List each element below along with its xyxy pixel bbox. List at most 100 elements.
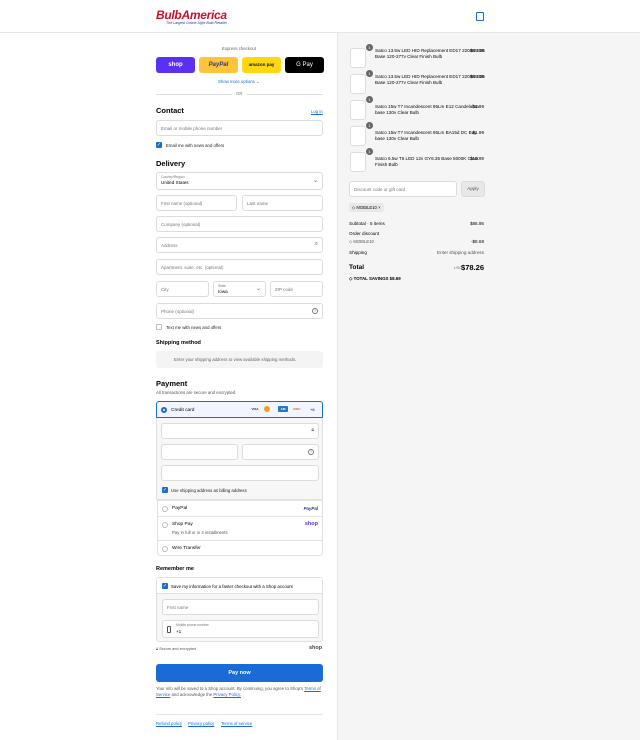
discount-field[interactable]: Discount code or gift card xyxy=(349,181,457,197)
paypal-option[interactable]: PayPal PayPal xyxy=(157,500,323,516)
amazon-pay-button[interactable]: amazon pay xyxy=(242,57,281,73)
shop-pay-option[interactable]: Shop Pay Pay in full or in 4 installment… xyxy=(157,516,323,540)
delivery-heading: Delivery xyxy=(156,159,186,168)
credit-card-label: Credit card xyxy=(171,408,195,413)
security-code-field[interactable]: ? xyxy=(242,444,319,460)
close-icon[interactable]: × xyxy=(378,205,380,210)
lock-icon: 🔒︎ xyxy=(311,427,314,433)
shop-pay-radio[interactable] xyxy=(162,522,168,528)
quantity-badge: 1 xyxy=(366,44,373,51)
apartment-field[interactable]: Apartment, suite, etc. (optional) xyxy=(156,259,323,275)
wire-transfer-label: Wire Transfer xyxy=(172,546,201,551)
text-news-label: Text me with news and offers xyxy=(166,325,222,330)
address-field[interactable]: Address ⌕ xyxy=(156,237,323,253)
or-separator: OR xyxy=(236,91,243,96)
subtotal-value: $86.95 xyxy=(469,221,484,226)
visa-icon: VISA xyxy=(251,407,259,411)
payment-subtitle: All transactions are secure and encrypte… xyxy=(156,390,237,395)
more-cards-badge: +6 xyxy=(310,407,315,412)
apply-button[interactable]: Apply xyxy=(461,181,485,197)
credit-card-option[interactable]: Credit card VISA AM DISC +6 xyxy=(156,401,323,418)
subtotal-label: Subtotal · 5 items xyxy=(349,221,385,226)
credit-card-radio[interactable] xyxy=(161,407,167,413)
first-name-field[interactable]: First name (optional) xyxy=(156,195,237,211)
state-label: State xyxy=(218,284,226,288)
shop-pay-button[interactable]: shop xyxy=(156,57,195,73)
save-info-checkbox[interactable]: ✓ xyxy=(162,583,168,589)
shop-pay-logo: shop xyxy=(304,521,318,527)
brand-name: BulbAmerica xyxy=(156,8,227,22)
product-image xyxy=(350,152,366,172)
terms-of-service-link[interactable]: Terms of service xyxy=(221,721,252,726)
last-name-field[interactable]: Last name xyxy=(242,195,323,211)
pay-now-button[interactable]: Pay now xyxy=(156,664,323,682)
paypal-button[interactable]: PayPal xyxy=(199,57,238,73)
paypal-label: PayPal xyxy=(172,506,188,511)
name-on-card-field[interactable] xyxy=(161,465,319,481)
remember-first-name-field[interactable]: First name xyxy=(162,599,319,615)
logo[interactable]: BulbAmerica The Largest Online Light Bul… xyxy=(156,8,227,25)
show-more-label: Show more options xyxy=(218,79,255,84)
shop-logo: shop xyxy=(309,645,323,651)
product-price: $1.99 xyxy=(472,130,485,135)
product-name: Satco 15w T7 Incandescent 95Lm E12 Cande… xyxy=(375,104,479,115)
help-icon[interactable]: ? xyxy=(312,308,318,314)
login-link[interactable]: Log in xyxy=(311,109,323,114)
chevron-down-icon: ⌄ xyxy=(256,79,260,84)
total-savings: ◇ TOTAL SAVINGS $8.69 xyxy=(349,276,401,282)
wire-transfer-option[interactable]: Wire Transfer xyxy=(157,540,323,556)
lock-icon: 🔒︎ xyxy=(156,647,159,651)
order-discount-label: Order discount xyxy=(349,231,380,236)
card-number-field[interactable]: 🔒︎ xyxy=(161,423,319,439)
product-price: $1.99 xyxy=(472,104,485,109)
google-pay-button[interactable]: G Pay xyxy=(285,57,324,73)
billing-checkbox[interactable]: ✓ xyxy=(162,487,168,493)
show-more-options-link[interactable]: Show more options ⌄ xyxy=(218,79,260,85)
mobile-phone-label: Mobile phone number xyxy=(176,623,209,627)
divider xyxy=(247,94,323,95)
news-checkbox[interactable]: ✓ xyxy=(156,142,162,148)
phone-field[interactable]: Phone (optional)? xyxy=(156,303,323,319)
summary-discount-code: MOBILE10 xyxy=(353,239,374,244)
remember-me-heading: Remember me xyxy=(156,566,194,572)
text-news-checkbox[interactable] xyxy=(156,324,162,330)
privacy-policy-link[interactable]: Privacy policy xyxy=(188,721,214,726)
state-select[interactable]: State Iowa ⌄ xyxy=(213,281,266,297)
mobile-phone-value: +1 xyxy=(176,629,182,634)
remember-me-panel: ✓ Save my information for a faster check… xyxy=(156,577,323,642)
mobile-phone-field[interactable]: Mobile phone number +1 xyxy=(162,620,319,638)
phone-placeholder: Phone (optional) xyxy=(161,309,195,314)
remember-first-name-placeholder: First name xyxy=(167,605,189,610)
country-select[interactable]: Country/Region United States ⌄ xyxy=(156,172,323,190)
product-image xyxy=(350,48,366,68)
refund-policy-link[interactable]: Refund policy xyxy=(156,721,182,726)
total-value: $78.26 xyxy=(461,263,484,272)
company-field[interactable]: Company (optional) xyxy=(156,216,323,232)
expiration-field[interactable] xyxy=(161,444,238,460)
address-placeholder: Address xyxy=(161,243,178,248)
email-placeholder: Email or mobile phone number xyxy=(161,126,223,131)
country-value: United States xyxy=(161,180,189,185)
save-info-label: Save my information for a faster checkou… xyxy=(171,584,293,589)
paypal-radio[interactable] xyxy=(162,506,168,512)
help-icon[interactable]: ? xyxy=(308,449,314,455)
shop-privacy-link[interactable]: Privacy Policy. xyxy=(213,692,241,697)
city-field[interactable]: City xyxy=(156,281,209,297)
shop-pay-subtitle: Pay in full or in 4 installments xyxy=(172,530,228,535)
company-placeholder: Company (optional) xyxy=(161,222,201,227)
quantity-badge: 1 xyxy=(366,70,373,77)
discount-code: MOBILE10 xyxy=(356,205,377,210)
email-field[interactable]: Email or mobile phone number xyxy=(156,120,323,136)
news-label: Email me with news and offers xyxy=(166,143,225,148)
discover-icon: DISC xyxy=(293,407,301,411)
zip-field[interactable]: ZIP code xyxy=(270,281,323,297)
mastercard-icon xyxy=(264,406,270,412)
discount-placeholder: Discount code or gift card xyxy=(354,187,406,192)
shopping-bag-icon[interactable] xyxy=(476,12,484,21)
savings-label: TOTAL SAVINGS xyxy=(353,276,389,281)
quantity-badge: 1 xyxy=(366,148,373,155)
billing-label: Use shipping address as billing address xyxy=(171,488,247,493)
brand-tagline: The Largest Online Light Bulb Retailer xyxy=(166,21,227,25)
wire-transfer-radio[interactable] xyxy=(162,546,168,552)
paypal-logo: PayPal xyxy=(303,506,318,511)
